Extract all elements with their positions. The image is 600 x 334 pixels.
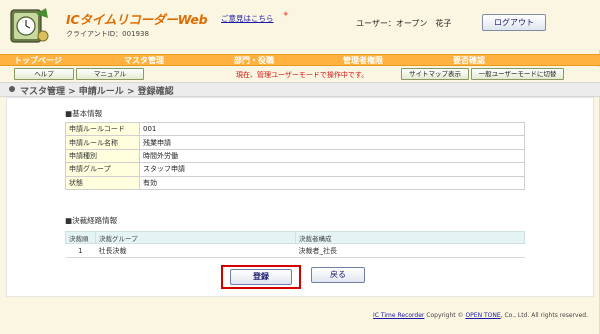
column-header: 決裁順 xyxy=(65,231,96,244)
table-row: 1 社長決裁 決裁者_社長 xyxy=(65,243,525,258)
footer: IC Time Recorder Copyright © OPEN TONE, … xyxy=(0,312,596,324)
breadcrumb-bar: マスタ管理 > 申請ルール > 登録確認 xyxy=(0,82,600,97)
manual-button[interactable]: マニュアル xyxy=(76,68,144,80)
client-id: クライアントID：001938 xyxy=(66,30,149,38)
order-cell: 1 xyxy=(65,243,96,258)
nav-item-admin[interactable]: 管理者権限 xyxy=(343,55,383,66)
sub-toolbar: ヘルプ マニュアル 現在、管理ユーザーモードで操作中です。 サイトマップ表示 一… xyxy=(0,67,600,82)
copyright-end: , Co., Ltd. All rights reserved. xyxy=(500,312,588,319)
approver-cell: 決裁者_社長 xyxy=(295,243,525,258)
row-label: 申請ルールコード xyxy=(65,121,140,137)
header: ICタイムリコーダーWeb クライアントID：001938 ご意見はこちら ✦ … xyxy=(0,0,600,50)
table-row: 申請ルール名称 残業申請 xyxy=(65,135,525,150)
app-window: ICタイムリコーダーWeb クライアントID：001938 ご意見はこちら ✦ … xyxy=(0,0,600,334)
row-label: 申請ルール名称 xyxy=(65,135,140,150)
nav-item-dept[interactable]: 部門・役職 xyxy=(234,55,274,66)
column-header: 決裁者構成 xyxy=(295,231,525,244)
table-row: 申請種別 時間外労働 xyxy=(65,148,525,164)
nav-item-top[interactable]: トップページ xyxy=(14,55,62,66)
sitemap-button[interactable]: サイトマップ表示 xyxy=(401,68,469,80)
row-value: 001 xyxy=(139,121,525,137)
row-value: 有効 xyxy=(139,175,525,190)
company-link[interactable]: OPEN TONE xyxy=(465,312,500,319)
row-value: スタッフ申請 xyxy=(139,162,525,177)
route-info-title: ■決裁経路情報 xyxy=(65,216,118,225)
row-label: 状態 xyxy=(65,175,140,190)
sparkle-icon: ✦ xyxy=(282,10,290,20)
app-logo xyxy=(8,6,50,46)
general-mode-button[interactable]: 一般ユーザーモードに切替 xyxy=(471,68,564,80)
product-link[interactable]: IC Time Recorder xyxy=(373,312,424,319)
back-button[interactable]: 戻る xyxy=(311,267,365,283)
help-button[interactable]: ヘルプ xyxy=(14,68,74,80)
basic-info-table: 申請ルールコード 001 申請ルール名称 残業申請 申請種別 時間外労働 申請グ… xyxy=(65,121,525,190)
nav-item-check[interactable]: 要否確認 xyxy=(453,55,485,66)
copyright-text: Copyright © xyxy=(424,312,466,319)
mode-message: 現在、管理ユーザーモードで操作中です。 xyxy=(236,71,369,79)
logout-button[interactable]: ログアウト xyxy=(482,14,546,31)
table-row: 申請ルールコード 001 xyxy=(65,121,525,137)
route-table: 決裁順 決裁グループ 決裁者構成 1 社長決裁 決裁者_社長 xyxy=(65,231,525,258)
table-header-row: 決裁順 決裁グループ 決裁者構成 xyxy=(65,231,525,244)
row-label: 申請種別 xyxy=(65,148,140,164)
nav-item-master[interactable]: マスタ管理 xyxy=(124,55,164,66)
main-nav: トップページ マスタ管理 部門・役職 管理者権限 要否確認 xyxy=(0,54,600,66)
table-row: 状態 有効 xyxy=(65,175,525,190)
group-cell: 社長決裁 xyxy=(95,243,296,258)
breadcrumb: マスタ管理 > 申請ルール > 登録確認 xyxy=(20,87,174,97)
action-bar: 登録 戻る xyxy=(7,265,595,289)
row-label: 申請グループ xyxy=(65,162,140,177)
bullet-icon xyxy=(9,86,15,92)
row-value: 時間外労働 xyxy=(139,148,525,164)
row-value: 残業申請 xyxy=(139,135,525,150)
basic-info-title: ■基本情報 xyxy=(65,109,103,118)
feedback-link[interactable]: ご意見はこちら xyxy=(221,13,274,24)
column-header: 決裁グループ xyxy=(95,231,296,244)
table-row: 申請グループ スタッフ申請 xyxy=(65,162,525,177)
submit-button[interactable]: 登録 xyxy=(230,269,292,285)
highlight-box: 登録 xyxy=(221,265,301,289)
main-content: ■基本情報 申請ルールコード 001 申請ルール名称 残業申請 申請種別 時間外… xyxy=(6,97,594,297)
user-label: ユーザー：オープン 花子 xyxy=(356,19,452,28)
app-title: ICタイムリコーダーWeb xyxy=(66,12,208,27)
